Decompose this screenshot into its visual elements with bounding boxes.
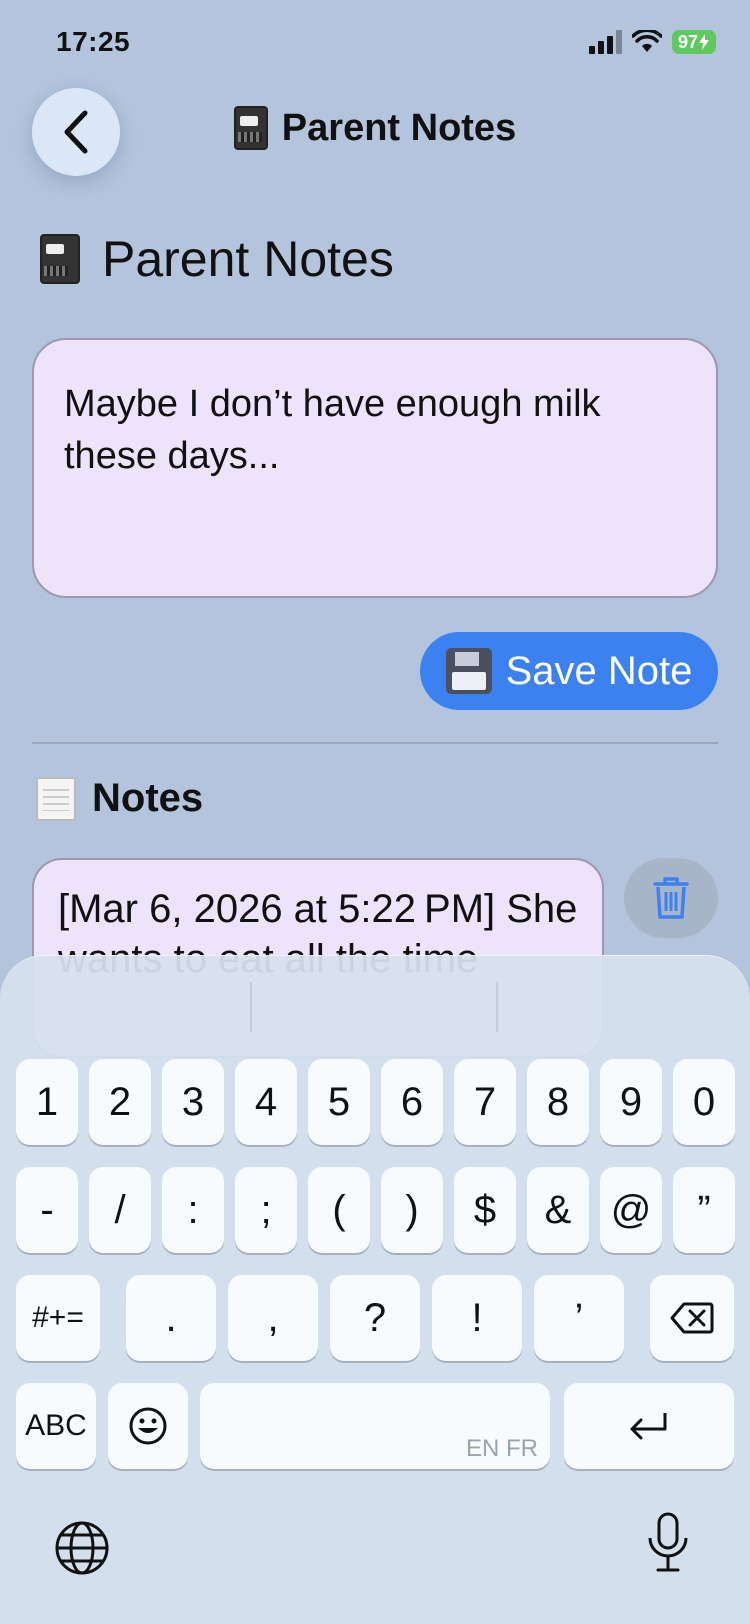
abc-key[interactable]: ABC <box>16 1383 96 1469</box>
delete-key[interactable] <box>650 1275 734 1361</box>
emoji-key[interactable] <box>108 1383 188 1469</box>
notes-section-title-text: Notes <box>92 776 204 820</box>
key-apostrophe[interactable]: ’ <box>534 1275 624 1361</box>
symbols-toggle-key[interactable]: #+= <box>16 1275 100 1361</box>
globe-icon[interactable] <box>54 1520 110 1576</box>
key-colon[interactable]: : <box>162 1167 224 1253</box>
key-2[interactable]: 2 <box>89 1059 151 1145</box>
key-3[interactable]: 3 <box>162 1059 224 1145</box>
key-0[interactable]: 0 <box>673 1059 735 1145</box>
key-semicolon[interactable]: ; <box>235 1167 297 1253</box>
note-text-input[interactable]: Maybe I don’t have enough milk these day… <box>32 338 718 598</box>
key-ampersand[interactable]: & <box>527 1167 589 1253</box>
trash-icon <box>653 877 689 919</box>
notebook-icon <box>40 234 80 284</box>
cellular-signal-icon <box>588 30 622 54</box>
suggestion-bar <box>0 956 750 1056</box>
wifi-icon <box>631 30 662 52</box>
notepad-icon <box>36 776 76 821</box>
return-key[interactable] <box>564 1383 734 1469</box>
battery-indicator: 97 <box>671 30 716 54</box>
key-9[interactable]: 9 <box>600 1059 662 1145</box>
space-key[interactable]: EN FR <box>200 1383 550 1469</box>
key-7[interactable]: 7 <box>454 1059 516 1145</box>
floppy-disk-icon <box>445 648 492 694</box>
status-bar: 17:25 97 <box>0 0 750 90</box>
key-1[interactable]: 1 <box>16 1059 78 1145</box>
key-period[interactable]: . <box>126 1275 216 1361</box>
return-icon <box>630 1413 667 1440</box>
keyboard: 1 2 3 4 5 6 7 8 9 0 - / : ; ( ) $ & @ ” … <box>0 955 750 1624</box>
suggestion-separator <box>250 982 252 1032</box>
key-8[interactable]: 8 <box>527 1059 589 1145</box>
battery-level: 97 <box>677 31 698 52</box>
status-time: 17:25 <box>56 26 131 57</box>
space-language-hint: EN FR <box>466 1435 538 1462</box>
nav-title: Parent Notes <box>0 106 750 150</box>
notes-section-title: Notes <box>36 776 203 821</box>
suggestion-separator <box>496 982 498 1032</box>
status-icons: 97 <box>588 30 716 54</box>
divider <box>32 742 718 744</box>
save-note-button[interactable]: Save Note <box>420 632 718 710</box>
key-open-paren[interactable]: ( <box>308 1167 370 1253</box>
emoji-icon <box>129 1407 167 1445</box>
key-6[interactable]: 6 <box>381 1059 443 1145</box>
key-comma[interactable]: , <box>228 1275 318 1361</box>
key-5[interactable]: 5 <box>308 1059 370 1145</box>
mic-icon[interactable] <box>646 1512 690 1574</box>
key-close-paren[interactable]: ) <box>381 1167 443 1253</box>
charging-bolt-icon <box>699 34 709 50</box>
key-dollar[interactable]: $ <box>454 1167 516 1253</box>
save-note-label: Save Note <box>505 648 693 693</box>
key-slash[interactable]: / <box>89 1167 151 1253</box>
page-title-text: Parent Notes <box>102 231 394 287</box>
key-exclamation[interactable]: ! <box>432 1275 522 1361</box>
key-hyphen[interactable]: - <box>16 1167 78 1253</box>
key-4[interactable]: 4 <box>235 1059 297 1145</box>
nav-title-text: Parent Notes <box>281 106 517 149</box>
notebook-icon <box>233 106 268 150</box>
delete-key-icon <box>670 1302 714 1334</box>
delete-note-button[interactable] <box>624 858 718 938</box>
page-title: Parent Notes <box>40 230 394 288</box>
key-quote[interactable]: ” <box>673 1167 735 1253</box>
key-question[interactable]: ? <box>330 1275 420 1361</box>
key-at[interactable]: @ <box>600 1167 662 1253</box>
